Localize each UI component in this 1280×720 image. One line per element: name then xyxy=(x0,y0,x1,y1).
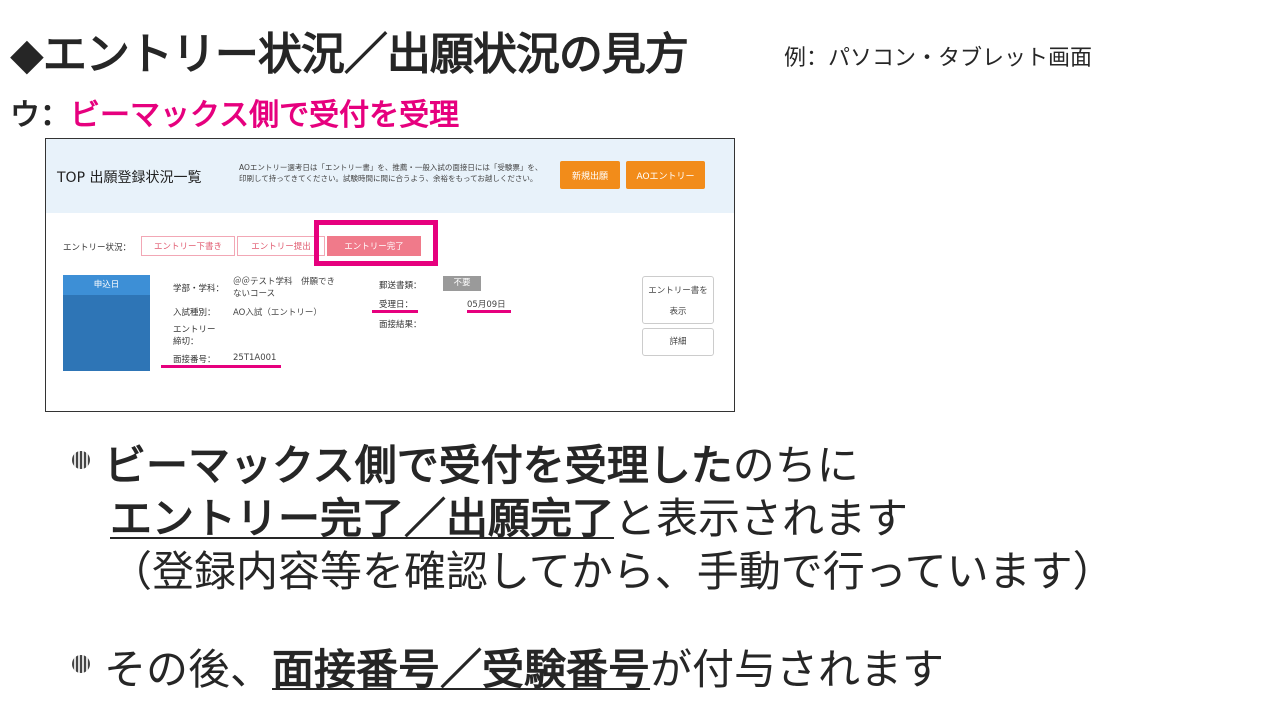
step-draft: エントリー下書き xyxy=(141,236,235,256)
bullet-1-underlined: エントリー完了／出願完了 xyxy=(110,494,615,543)
slide-title: ◆エントリー状況／出願状況の見方 xyxy=(10,29,689,80)
completed-highlight-box xyxy=(314,220,438,266)
show-entry-form-label-line1: エントリー書を xyxy=(648,286,708,296)
exam-type-value: AO入試（エントリー） xyxy=(233,308,322,318)
subtitle-highlight: ビーマックス側で受付を受理 xyxy=(70,98,460,133)
bullet-2-pre: その後、 xyxy=(104,645,273,694)
screenshot-heading: TOP 出願登録状況一覧 xyxy=(57,170,202,186)
mail-documents-label: 郵送書類： xyxy=(379,281,422,291)
exam-type-label: 入試種別： xyxy=(173,308,216,318)
subtitle-prefix: ウ： xyxy=(10,98,70,133)
bullet-1-line3: （登録内容等を確認してから、手動で行っています） xyxy=(110,547,1115,596)
interview-result-label: 面接結果： xyxy=(379,320,422,330)
bullet-1-icon xyxy=(72,451,90,469)
received-date-label-underline xyxy=(372,310,418,313)
mail-documents-badge: 不要 xyxy=(443,276,481,291)
faculty-value-line1: ＠＠テスト学科 併願でき xyxy=(233,277,336,287)
bullet-1-line2: エントリー完了／出願完了と表示されます xyxy=(110,485,908,546)
bullet-2-rest: が付与されます xyxy=(650,645,945,694)
slide-title-note: 例：パソコン・タブレット画面 xyxy=(784,46,1093,71)
show-entry-form-button[interactable]: エントリー書を 表示 xyxy=(642,276,714,324)
entry-status-label: エントリー状況： xyxy=(63,243,132,253)
bullet-1-line1: ビーマックス側で受付を受理したのちに xyxy=(104,432,859,493)
step-submitted: エントリー提出 xyxy=(237,236,325,256)
faculty-label: 学部・学科： xyxy=(173,284,225,294)
faculty-value-line2: ないコース xyxy=(233,289,276,299)
received-date-label: 受理日： xyxy=(379,300,414,310)
application-date-header: 申込日 xyxy=(63,275,150,295)
bullet-2-line: その後、面接番号／受験番号が付与されます xyxy=(104,636,944,697)
ao-entry-button[interactable]: AOエントリー xyxy=(626,161,705,189)
bullet-2-underlined: 面接番号／受験番号 xyxy=(272,645,651,694)
interview-number-label: 面接番号： xyxy=(173,355,216,365)
screenshot-header: TOP 出願登録状況一覧 AOエントリー選考日は「エントリー書」を、推薦・一般入… xyxy=(46,139,734,213)
bullet-1-line2-rest: と表示されます xyxy=(614,494,909,543)
new-application-button[interactable]: 新規出願 xyxy=(560,161,620,189)
bullet-1-rest: のちに xyxy=(732,441,859,490)
received-date-value-underline xyxy=(467,310,511,313)
application-date-box: 申込日 xyxy=(63,275,150,371)
show-entry-form-label-line2: 表示 xyxy=(669,307,687,317)
app-screenshot: TOP 出願登録状況一覧 AOエントリー選考日は「エントリー書」を、推薦・一般入… xyxy=(45,138,735,412)
bullet-2-icon xyxy=(72,655,90,673)
slide-subtitle: ウ：ビーマックス側で受付を受理 xyxy=(10,90,459,134)
screenshot-notice: AOエントリー選考日は「エントリー書」を、推薦・一般入試の面接日には「受験票」を… xyxy=(239,163,543,183)
deadline-label-line2: 締切： xyxy=(173,337,199,347)
detail-button[interactable]: 詳細 xyxy=(642,328,714,356)
bullet-1-bold: ビーマックス側で受付を受理した xyxy=(104,441,733,490)
received-date-value: 05月09日 xyxy=(467,300,506,310)
deadline-label-line1: エントリー xyxy=(173,325,216,335)
interview-number-underline xyxy=(161,365,281,368)
interview-number-value: 25T1A001 xyxy=(233,353,277,363)
